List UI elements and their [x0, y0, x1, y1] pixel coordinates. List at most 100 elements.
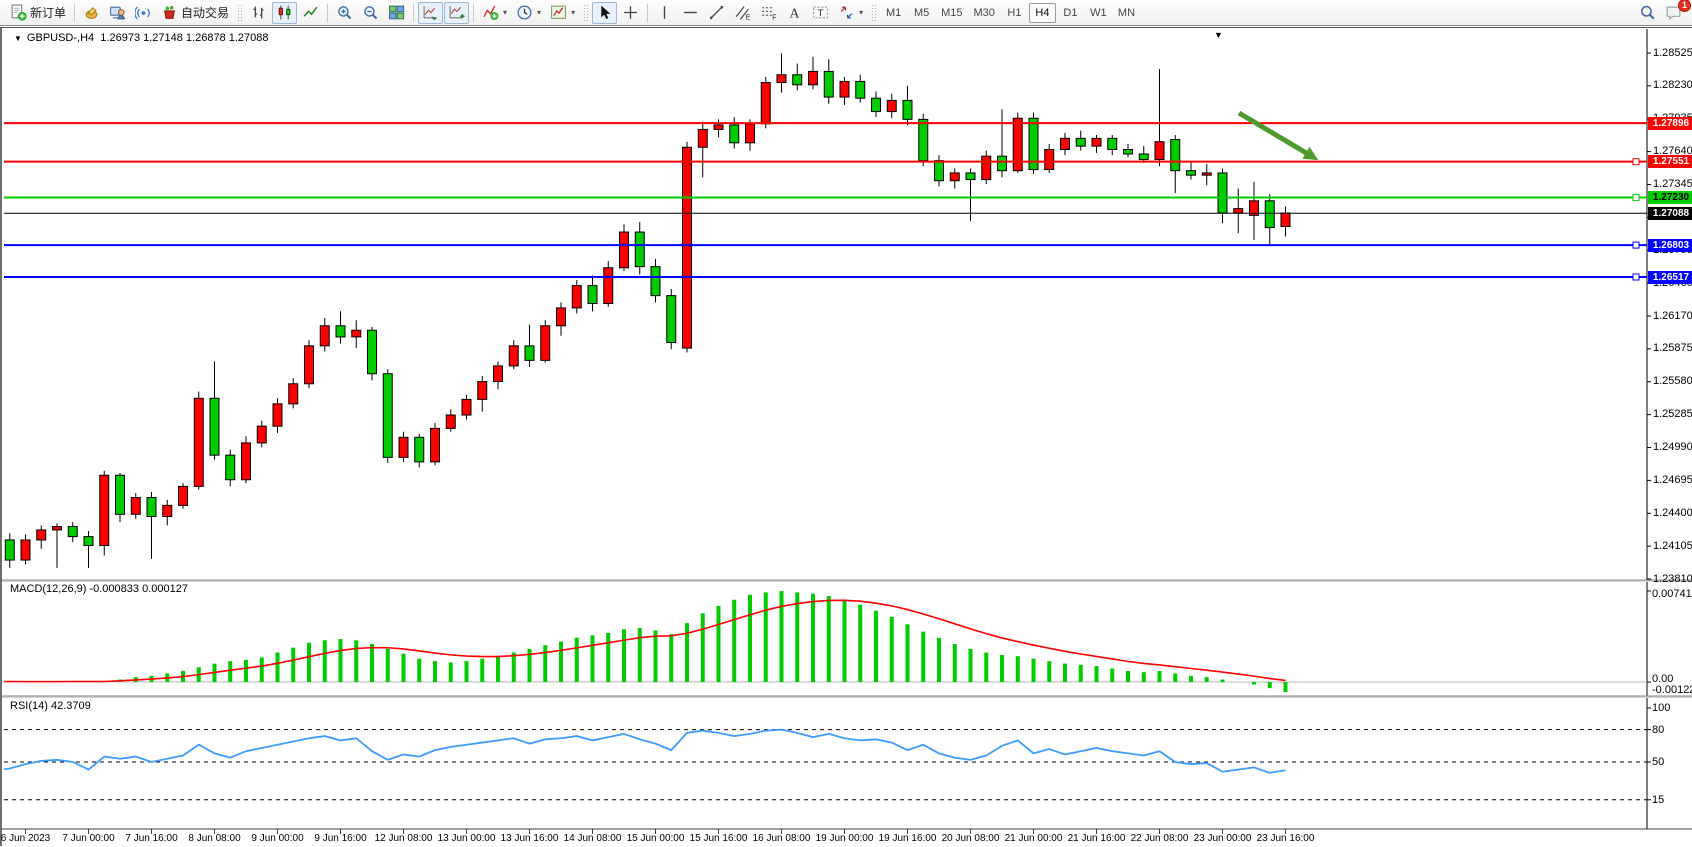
- signals-button[interactable]: [131, 2, 156, 24]
- indicators-button[interactable]: ▾: [478, 2, 511, 24]
- equidistant-channel-button[interactable]: E: [730, 2, 755, 24]
- tile-windows-button[interactable]: [384, 2, 409, 24]
- templates-button[interactable]: ▾: [546, 2, 579, 24]
- bull-candle: [53, 527, 62, 530]
- doc-plus-icon: [10, 4, 27, 21]
- line-handle[interactable]: [1633, 194, 1639, 200]
- candles-icon: [276, 4, 293, 21]
- svg-text:E: E: [746, 14, 751, 21]
- line-handle[interactable]: [1633, 274, 1639, 280]
- macd-axis-tick-label: 0.007412: [1652, 588, 1692, 600]
- bear-candle: [824, 71, 833, 97]
- account-button[interactable]: [105, 2, 130, 24]
- bull-candle: [809, 71, 818, 84]
- bar-chart-button[interactable]: [246, 2, 271, 24]
- price-axis-tick-label: 1.28230: [1653, 79, 1692, 92]
- bear-candle: [1139, 154, 1148, 160]
- bear-candle: [793, 75, 802, 85]
- bull-candle: [289, 384, 298, 404]
- arrows-button[interactable]: ▾: [834, 2, 867, 24]
- gold-pin-button[interactable]: [79, 2, 104, 24]
- timeframe-button-w1[interactable]: W1: [1085, 3, 1112, 23]
- chart-title: ▼GBPUSD-,H4 1.26973 1.27148 1.26878 1.27…: [14, 32, 269, 44]
- ohlc-bars-icon: [250, 4, 267, 21]
- bull-candle: [604, 268, 613, 304]
- svg-text:F: F: [772, 14, 776, 21]
- bear-candle: [116, 475, 125, 514]
- line-handle[interactable]: [1633, 242, 1639, 248]
- price-axis-tick-label: 1.26170: [1653, 310, 1692, 323]
- chart-shift-button[interactable]: [444, 2, 469, 24]
- timeframe-button-h4[interactable]: H4: [1029, 3, 1056, 23]
- notification-badge: 1: [1678, 0, 1691, 12]
- bear-candle: [336, 326, 345, 337]
- bull-candle: [1281, 213, 1290, 226]
- bull-candle: [163, 505, 172, 516]
- notifications-button[interactable]: 1: [1661, 2, 1686, 24]
- macd-panel[interactable]: [2, 591, 1647, 692]
- timeframe-button-mn[interactable]: MN: [1113, 3, 1140, 23]
- vertical-line-button[interactable]: [652, 2, 677, 24]
- bull-candle: [840, 81, 849, 97]
- timeframe-button-m1[interactable]: M1: [880, 3, 907, 23]
- bear-candle: [84, 537, 93, 546]
- bear-candle: [730, 125, 739, 143]
- timeframe-button-m5[interactable]: M5: [908, 3, 935, 23]
- timeframe-button-h1[interactable]: H1: [1001, 3, 1028, 23]
- candlestick-button[interactable]: [272, 2, 297, 24]
- timeframe-button-d1[interactable]: D1: [1057, 3, 1084, 23]
- fibonacci-button[interactable]: F: [756, 2, 781, 24]
- auto-trading-button-label: 自动交易: [181, 4, 229, 21]
- rsi-panel[interactable]: [2, 730, 1647, 800]
- bear-candle: [1187, 171, 1196, 175]
- bull-candle: [950, 173, 959, 181]
- crosshair-button[interactable]: [618, 2, 643, 24]
- new-order-button-label: 新订单: [30, 4, 66, 21]
- bull-candle: [100, 475, 109, 545]
- line-handle[interactable]: [1633, 159, 1639, 165]
- chart-window[interactable]: ▼GBPUSD-,H4 1.26973 1.27148 1.26878 1.27…: [0, 27, 1692, 846]
- vline-icon: [656, 4, 673, 21]
- macd-axis-tick-label: -0.001226: [1652, 684, 1692, 696]
- auto-scroll-icon: [422, 4, 439, 21]
- price-line-label-1.26803: 1.26803: [1648, 239, 1692, 252]
- chart-shift-icon: [448, 4, 465, 21]
- bull-candle: [462, 399, 471, 415]
- bull-candle: [1092, 138, 1101, 146]
- new-order-button[interactable]: 新订单: [6, 2, 70, 24]
- price-axis-tick-label: 1.23810: [1653, 573, 1692, 586]
- bull-candle: [399, 437, 408, 457]
- chart-title-collapse-icon[interactable]: ▼: [14, 34, 22, 43]
- timeframe-button-m30[interactable]: M30: [969, 3, 1000, 23]
- bull-candle: [478, 382, 487, 400]
- timeframe-button-m15[interactable]: M15: [936, 3, 967, 23]
- auto-scroll-button[interactable]: [418, 2, 443, 24]
- cursor-button[interactable]: [592, 2, 617, 24]
- text-button[interactable]: A: [782, 2, 807, 24]
- bear-candle: [998, 156, 1007, 171]
- chart-canvas[interactable]: [2, 28, 1692, 847]
- horizontal-line-button[interactable]: [678, 2, 703, 24]
- bull-candle: [698, 129, 707, 147]
- zoom-out-button[interactable]: [358, 2, 383, 24]
- sell-signal-arrow[interactable]: [1239, 113, 1308, 154]
- main-price-panel[interactable]: [2, 54, 1647, 568]
- toolbar-separator: [413, 4, 414, 22]
- chart-symbol-period: GBPUSD-,H4: [27, 32, 94, 44]
- toolbar-grip: [583, 4, 588, 22]
- bear-candle: [383, 374, 392, 458]
- zoom-in-button[interactable]: [332, 2, 357, 24]
- auto-trading-button[interactable]: 自动交易: [157, 2, 233, 24]
- channel-icon: E: [734, 4, 751, 21]
- trendline-button[interactable]: [704, 2, 729, 24]
- rsi-indicator-label: RSI(14) 42.3709: [10, 700, 91, 712]
- bear-candle: [903, 100, 912, 119]
- text-label-button[interactable]: T: [808, 2, 833, 24]
- bull-candle: [620, 232, 629, 268]
- search-button[interactable]: [1635, 2, 1660, 24]
- bull-candle: [431, 428, 440, 461]
- line-chart-button[interactable]: [298, 2, 323, 24]
- periods-button[interactable]: ▾: [512, 2, 545, 24]
- price-axis-tick-label: 1.24105: [1653, 540, 1692, 553]
- chart-corner-marker-icon[interactable]: ▼: [1214, 30, 1223, 40]
